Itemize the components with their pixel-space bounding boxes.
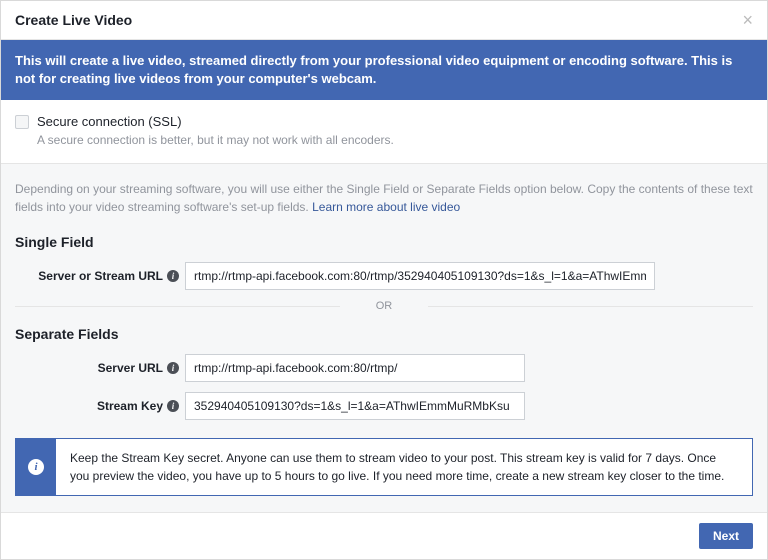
ssl-label: Secure connection (SSL)	[37, 114, 182, 129]
info-icon[interactable]: i	[167, 400, 179, 412]
alert-icon-container: i	[16, 439, 56, 495]
dialog-title: Create Live Video	[15, 12, 132, 28]
server-url-label: Server URL i	[15, 361, 185, 375]
alert-text: Keep the Stream Key secret. Anyone can u…	[56, 439, 752, 495]
intro-text: Depending on your streaming software, yo…	[15, 180, 753, 216]
ssl-checkbox-row[interactable]: Secure connection (SSL)	[15, 114, 753, 129]
info-icon: i	[28, 459, 44, 475]
ssl-section: Secure connection (SSL) A secure connect…	[1, 100, 767, 164]
stream-key-alert: i Keep the Stream Key secret. Anyone can…	[15, 438, 753, 496]
ssl-description: A secure connection is better, but it ma…	[15, 133, 753, 147]
server-or-stream-url-label: Server or Stream URL i	[15, 269, 185, 283]
single-field-heading: Single Field	[15, 234, 753, 250]
stream-key-input[interactable]	[185, 392, 525, 420]
next-button[interactable]: Next	[699, 523, 753, 549]
server-url-row: Server URL i	[15, 354, 753, 382]
create-live-video-dialog: Create Live Video × This will create a l…	[0, 0, 768, 560]
server-url-input[interactable]	[185, 354, 525, 382]
close-icon[interactable]: ×	[742, 11, 753, 29]
server-or-stream-url-input[interactable]	[185, 262, 655, 290]
stream-key-row: Stream Key i	[15, 392, 753, 420]
dialog-footer: Next	[1, 512, 767, 559]
stream-key-label: Stream Key i	[15, 399, 185, 413]
single-field-row: Server or Stream URL i	[15, 262, 753, 290]
dialog-header: Create Live Video ×	[1, 1, 767, 40]
dialog-body: Depending on your streaming software, yo…	[1, 164, 767, 512]
learn-more-link[interactable]: Learn more about live video	[312, 200, 460, 214]
info-banner: This will create a live video, streamed …	[1, 40, 767, 100]
separate-fields-heading: Separate Fields	[15, 326, 753, 342]
or-divider: OR	[15, 300, 753, 312]
info-icon[interactable]: i	[167, 362, 179, 374]
info-icon[interactable]: i	[167, 270, 179, 282]
ssl-checkbox[interactable]	[15, 115, 29, 129]
